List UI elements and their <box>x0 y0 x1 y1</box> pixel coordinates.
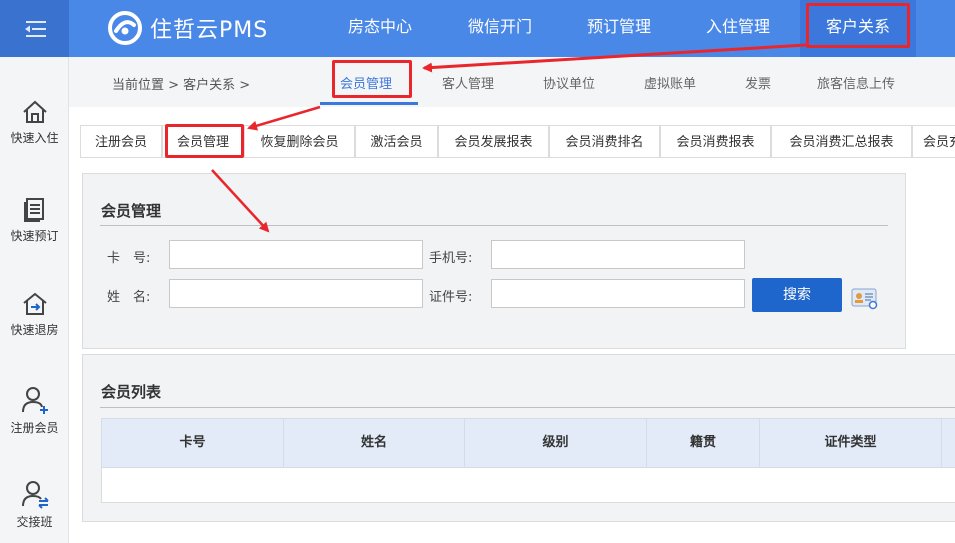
subtab-virtual-bill[interactable]: 虚拟账单 <box>644 73 696 92</box>
column-header-card-no[interactable]: 卡号 <box>102 419 284 467</box>
search-button[interactable]: 搜索 <box>752 278 842 312</box>
phone-label: 手机号: <box>429 251 473 266</box>
add-user-icon <box>21 387 48 414</box>
column-header-level[interactable]: 级别 <box>465 419 647 467</box>
member-list-panel: 会员列表 卡号 姓名 级别 籍贯 证件类型 <box>82 354 955 522</box>
menu-collapse-icon <box>24 20 46 37</box>
divider <box>100 407 955 408</box>
sidebar-label: 快速入住 <box>10 131 59 145</box>
home-icon <box>22 100 47 123</box>
app-logo: 住哲云PMS <box>108 9 268 47</box>
checkout-icon <box>22 292 47 315</box>
document-icon <box>23 198 44 222</box>
sidebar: 快速入住 快速预订 快速退房 注册会员 交接班 <box>0 57 69 543</box>
id-card-reader-icon[interactable] <box>851 286 879 310</box>
table-row <box>101 468 955 503</box>
app-name: 住哲云PMS <box>150 18 269 43</box>
card-number-input[interactable] <box>169 240 423 269</box>
search-panel: 会员管理 卡 号: 手机号: 姓 名: 证件号: 搜索 <box>82 173 906 349</box>
member-list-title: 会员列表 <box>101 383 162 401</box>
divider <box>100 225 888 226</box>
tab-restore-deleted-members[interactable]: 恢复删除会员 <box>244 125 355 158</box>
breadcrumb: 当前位置 > 客户关系 > <box>112 78 251 93</box>
column-header-name[interactable]: 姓名 <box>284 419 465 467</box>
sidebar-item-quick-booking[interactable]: 快速预订 <box>0 197 69 244</box>
phone-input[interactable] <box>491 240 745 269</box>
tab-activate-member[interactable]: 激活会员 <box>355 125 438 158</box>
tab-member-spending-report[interactable]: 会员消费报表 <box>660 125 771 158</box>
tab-register-member[interactable]: 注册会员 <box>80 125 162 158</box>
column-header-native-place[interactable]: 籍贯 <box>647 419 760 467</box>
id-number-label: 证件号: <box>429 290 473 305</box>
id-number-input[interactable] <box>491 279 745 308</box>
tab-member-recharge[interactable]: 会员充 <box>912 125 955 158</box>
sidebar-item-quick-checkin[interactable]: 快速入住 <box>0 99 69 146</box>
nav-room-status[interactable]: 房态中心 <box>332 0 428 57</box>
card-number-label: 卡 号: <box>107 251 151 266</box>
subtab-agreement-units[interactable]: 协议单位 <box>543 73 595 92</box>
name-input[interactable] <box>169 279 423 308</box>
subtab-guest-info-upload[interactable]: 旅客信息上传 <box>817 73 895 92</box>
highlight-box-nav <box>806 3 910 48</box>
nav-wechat-door[interactable]: 微信开门 <box>452 0 548 57</box>
nav-reservation[interactable]: 预订管理 <box>571 0 667 57</box>
tab-member-spending-rank[interactable]: 会员消费排名 <box>549 125 660 158</box>
subtab-invoice[interactable]: 发票 <box>745 73 771 92</box>
subtab-guest-management[interactable]: 客人管理 <box>442 73 494 92</box>
highlight-box-tab <box>165 124 244 158</box>
menu-toggle-button[interactable] <box>0 0 69 57</box>
member-table-header: 卡号 姓名 级别 籍贯 证件类型 <box>101 418 955 468</box>
sidebar-label: 快速退房 <box>10 323 59 337</box>
column-header-id-type[interactable]: 证件类型 <box>760 419 942 467</box>
sidebar-item-register-member[interactable]: 注册会员 <box>0 385 69 436</box>
tab-member-spending-summary[interactable]: 会员消费汇总报表 <box>771 125 912 158</box>
handover-icon <box>21 481 49 509</box>
name-label: 姓 名: <box>107 290 151 305</box>
tab-member-growth-report[interactable]: 会员发展报表 <box>438 125 549 158</box>
logo-icon <box>108 11 142 45</box>
sidebar-label: 注册会员 <box>10 421 59 435</box>
sidebar-item-quick-checkout[interactable]: 快速退房 <box>0 291 69 338</box>
breadcrumb-bar: 当前位置 > 客户关系 > 会员管理 客人管理 协议单位 虚拟账单 发票 旅客信… <box>69 57 955 107</box>
sidebar-label: 交接班 <box>16 515 53 529</box>
subtab-active-indicator <box>320 102 418 105</box>
search-panel-title: 会员管理 <box>101 202 162 220</box>
highlight-box-subtab <box>332 60 412 98</box>
sidebar-label: 快速预订 <box>10 229 59 243</box>
sidebar-item-handover[interactable]: 交接班 <box>0 479 69 530</box>
nav-checkin[interactable]: 入住管理 <box>690 0 786 57</box>
